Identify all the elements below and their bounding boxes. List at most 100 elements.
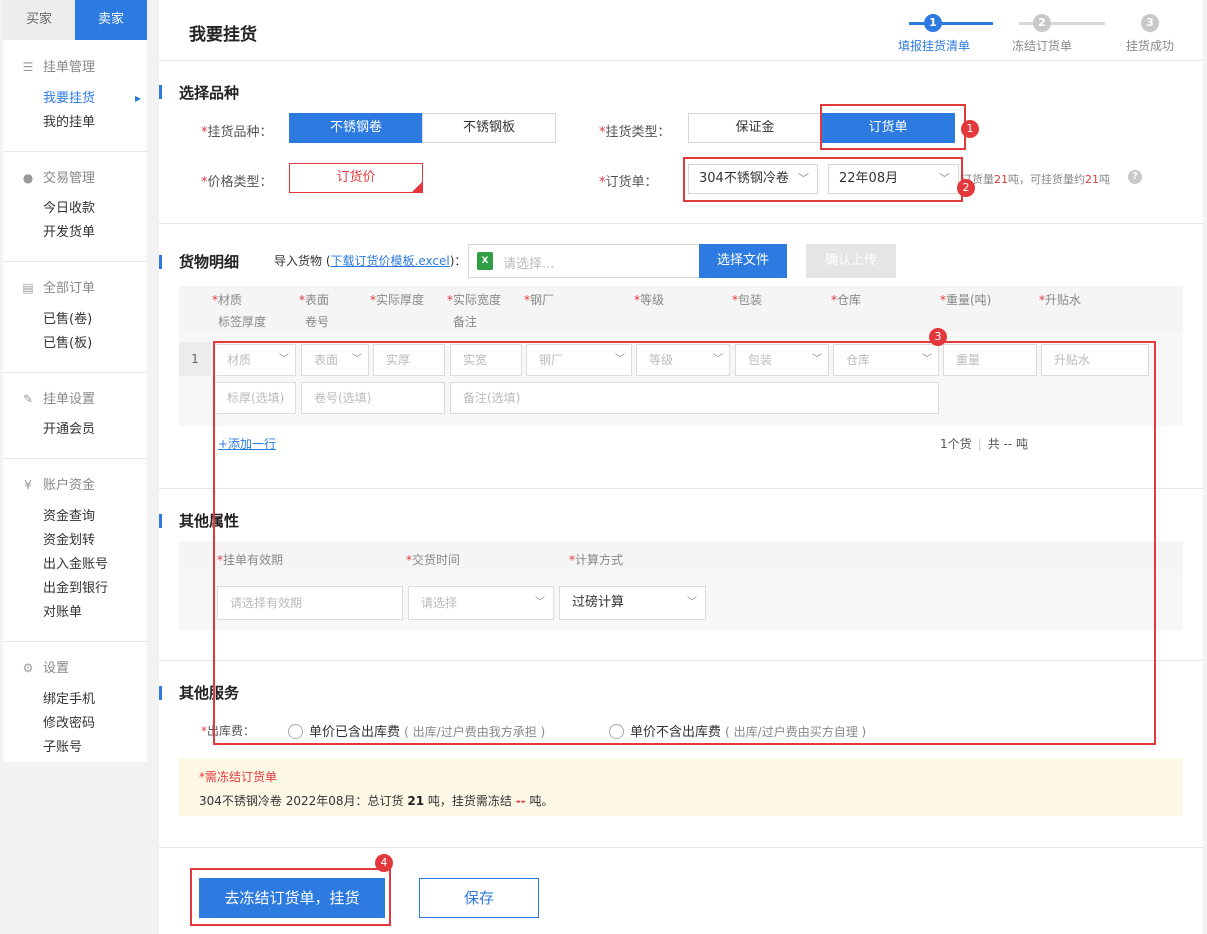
edit-icon: ✎ bbox=[22, 392, 34, 406]
notice-title: *需冻结订货单 bbox=[199, 770, 278, 784]
tab-buyer[interactable]: 买家 bbox=[3, 0, 75, 40]
listing-type-label: *挂货类型： bbox=[599, 125, 671, 140]
download-template-link[interactable]: 下载订货价模板.excel bbox=[331, 254, 450, 268]
type-deposit-option[interactable]: 保证金 bbox=[688, 113, 822, 143]
nav-group-funds: ¥ 账户资金 bbox=[21, 475, 95, 495]
section-marker bbox=[159, 514, 162, 528]
sidebar-item-label: 我要挂货 bbox=[43, 91, 96, 106]
section-marker bbox=[159, 255, 162, 269]
goods-table-header: *材质 *表面 *实际厚度 *实际宽度 *钢厂 *等级 *包装 *仓库 *重量(… bbox=[179, 286, 1183, 332]
gear-icon: ⚙ bbox=[22, 661, 34, 675]
divider bbox=[3, 372, 147, 373]
import-goods-label: 导入货物 (下载订货价模板.excel)： bbox=[274, 254, 467, 268]
sidebar-item-fund-transfer[interactable]: 资金划转 bbox=[43, 530, 95, 552]
list-icon: ☰ bbox=[22, 60, 34, 74]
trade-icon: ● bbox=[22, 171, 34, 185]
annotation-badge-3: 3 bbox=[929, 328, 947, 346]
sidebar-item-statement[interactable]: 对账单 bbox=[43, 602, 82, 624]
variety-coil-option[interactable]: 不锈钢卷 bbox=[289, 113, 423, 143]
annotation-box-3 bbox=[213, 341, 1156, 745]
section-marker bbox=[159, 85, 162, 99]
col-package: *包装 bbox=[732, 293, 763, 307]
col-grade: *等级 bbox=[634, 293, 665, 307]
nav-group-settings: ⚙ 设置 bbox=[21, 658, 69, 678]
sidebar-item-accounts[interactable]: 出入金账号 bbox=[43, 554, 108, 576]
page-title: 我要挂货 bbox=[189, 25, 257, 45]
sidebar-item-sold-coil[interactable]: 已售(卷) bbox=[43, 309, 92, 331]
sidebar-item-sub-account[interactable]: 子账号 bbox=[43, 737, 82, 759]
annotation-badge-1: 1 bbox=[961, 120, 979, 138]
nav-group-title: 账户资金 bbox=[43, 478, 96, 493]
annotation-badge-4: 4 bbox=[375, 854, 393, 872]
nav-group-title: 设置 bbox=[43, 661, 70, 676]
row-number: 1 bbox=[179, 342, 211, 376]
help-icon[interactable]: ? bbox=[1128, 170, 1142, 184]
divider bbox=[3, 261, 147, 262]
section-title-goods: 货物明细 bbox=[179, 253, 240, 271]
confirm-upload-button[interactable]: 确认上传 bbox=[806, 244, 896, 278]
tab-seller[interactable]: 卖家 bbox=[75, 0, 147, 40]
step-line-pending bbox=[1019, 22, 1105, 25]
sidebar-item-my-listings[interactable]: 我的挂单 bbox=[43, 112, 95, 134]
check-icon: ✓ bbox=[416, 177, 422, 185]
sidebar-item-post-goods[interactable]: 我要挂货 ▶ bbox=[43, 88, 141, 110]
section-title-variety: 选择品种 bbox=[179, 84, 240, 102]
file-placeholder: 请选择... bbox=[503, 257, 555, 272]
nav-group-orders: ▤ 全部订单 bbox=[21, 278, 95, 298]
notice-text: 304不锈钢冷卷 2022年08月：总订货 21 吨，挂货需冻结 -- 吨。 bbox=[199, 794, 554, 808]
sidebar-item-delivery-note[interactable]: 开发货单 bbox=[43, 222, 95, 244]
step-2-label: 冻结订货单 bbox=[1012, 39, 1073, 53]
col-warehouse: *仓库 bbox=[831, 293, 862, 307]
price-type-value: 订货价 bbox=[336, 170, 376, 185]
nav-group-listing: ☰ 挂单管理 bbox=[21, 57, 95, 77]
variety-label: *挂货品种： bbox=[201, 125, 273, 140]
variety-plate-option[interactable]: 不锈钢板 bbox=[422, 113, 556, 143]
col-mill: *钢厂 bbox=[524, 293, 555, 307]
sidebar-item-bind-phone[interactable]: 绑定手机 bbox=[43, 689, 95, 711]
col-material: *材质 bbox=[212, 293, 243, 307]
divider bbox=[3, 151, 147, 152]
nav-group-title: 挂单管理 bbox=[43, 60, 96, 75]
divider bbox=[3, 458, 147, 459]
col-coil-no: 卷号 bbox=[305, 315, 330, 329]
file-input[interactable]: X 请选择... bbox=[468, 244, 700, 278]
col-remark: 备注 bbox=[453, 315, 478, 329]
nav-group-settings-listing: ✎ 挂单设置 bbox=[21, 389, 95, 409]
divider bbox=[159, 60, 1203, 61]
col-surface: *表面 bbox=[299, 293, 330, 307]
col-label-thickness: 标签厚度 bbox=[218, 315, 267, 329]
save-button[interactable]: 保存 bbox=[419, 878, 539, 918]
sidebar-item-membership[interactable]: 开通会员 bbox=[43, 419, 95, 441]
sidebar-item-change-password[interactable]: 修改密码 bbox=[43, 713, 95, 735]
step-line-done bbox=[909, 22, 993, 25]
caret-right-icon: ▶ bbox=[135, 94, 142, 103]
role-tabs: 买家 卖家 bbox=[3, 0, 147, 40]
sidebar-item-withdraw[interactable]: 出金到银行 bbox=[43, 578, 108, 600]
choose-file-button[interactable]: 选择文件 bbox=[699, 244, 787, 278]
sidebar-item-sold-plate[interactable]: 已售(板) bbox=[43, 333, 92, 355]
progress-steps: 1 2 3 填报挂货清单 冻结订货单 挂货成功 bbox=[889, 10, 1189, 60]
order-quantity-info: 订货量21吨，可挂货量约21吨 bbox=[961, 173, 1110, 186]
orders-icon: ▤ bbox=[22, 281, 34, 295]
step-1-dot: 1 bbox=[924, 14, 942, 32]
step-1-label: 填报挂货清单 bbox=[898, 39, 971, 53]
price-type-label: *价格类型： bbox=[201, 175, 273, 190]
col-thickness: *实际厚度 bbox=[370, 293, 425, 307]
freeze-notice: *需冻结订货单 304不锈钢冷卷 2022年08月：总订货 21 吨，挂货需冻结… bbox=[179, 758, 1183, 816]
sidebar-item-fund-query[interactable]: 资金查询 bbox=[43, 506, 95, 528]
annotation-badge-2: 2 bbox=[957, 179, 975, 197]
yen-icon: ¥ bbox=[24, 478, 32, 492]
sidebar: 买家 卖家 ☰ 挂单管理 我要挂货 ▶ 我的挂单 ● 交易管理 今日收款 开发货单 … bbox=[0, 0, 150, 934]
order-label: *订货单： bbox=[599, 175, 658, 190]
nav-group-title: 挂单设置 bbox=[43, 392, 96, 407]
main-content: 我要挂货 1 2 3 填报挂货清单 冻结订货单 挂货成功 选择品种 *挂货品种：… bbox=[159, 0, 1203, 934]
col-subsidy: *升贴水 bbox=[1039, 293, 1082, 307]
col-width: *实际宽度 bbox=[447, 293, 502, 307]
price-type-order-price[interactable]: 订货价 ✓ bbox=[289, 163, 423, 193]
annotation-box-2 bbox=[683, 157, 963, 202]
nav-group-trade: ● 交易管理 bbox=[21, 168, 95, 188]
sidebar-item-today-receipts[interactable]: 今日收款 bbox=[43, 198, 95, 220]
step-2-dot: 2 bbox=[1033, 14, 1051, 32]
excel-icon: X bbox=[477, 252, 493, 270]
nav-group-title: 全部订单 bbox=[43, 281, 96, 296]
